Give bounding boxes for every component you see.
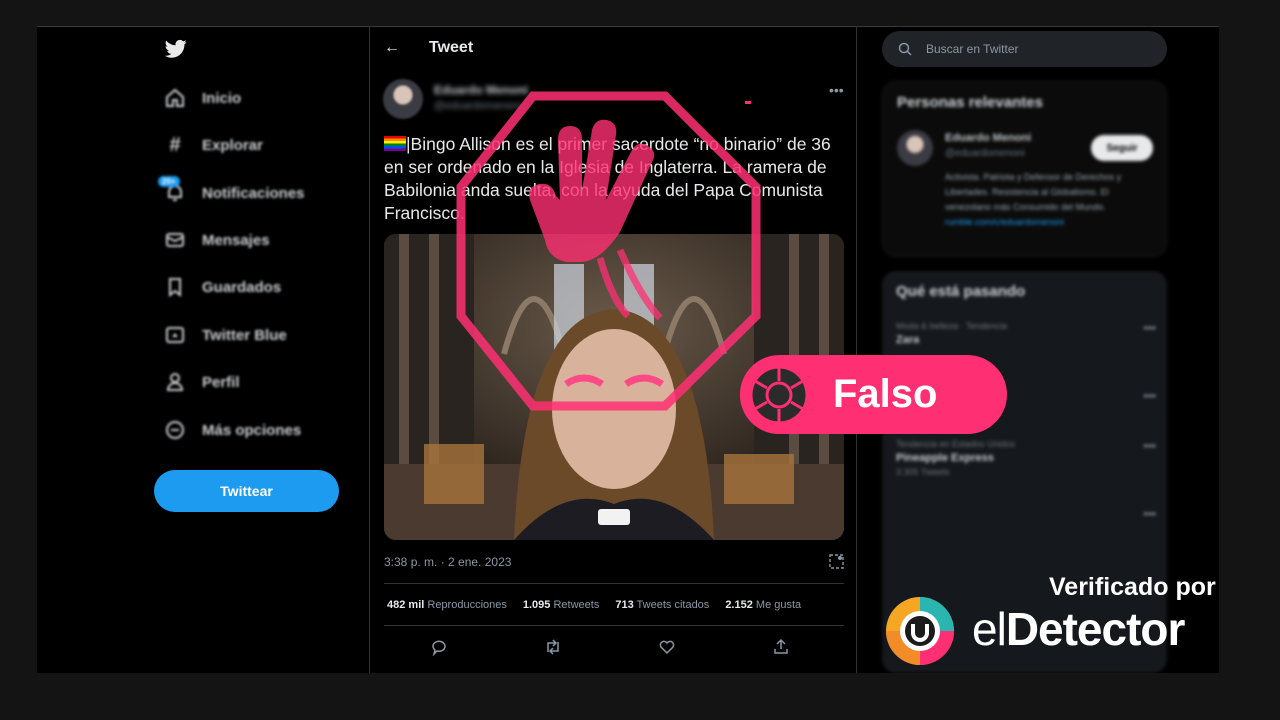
analytics-icon[interactable] xyxy=(829,554,844,569)
hashtag-icon: # xyxy=(169,133,181,156)
more-options-icon[interactable]: ••• xyxy=(829,82,844,98)
twitter-blue-icon xyxy=(164,324,186,346)
back-arrow-icon[interactable]: ← xyxy=(384,39,400,57)
more-circle-icon xyxy=(164,419,186,441)
bookmark-icon xyxy=(164,276,186,298)
tweet-button[interactable]: Twittear xyxy=(154,470,339,512)
tweet-detail-column: ← Tweet Eduardo Menoni @eduardomenoni ••… xyxy=(369,27,857,673)
stat-likes[interactable]: 2.152 Me gusta xyxy=(725,599,801,611)
tweet-text: |Bingo Allison es el primer sacerdote “n… xyxy=(384,133,849,225)
sidebar-item-notificaciones[interactable]: 20+ Notificaciones xyxy=(158,176,305,207)
sidebar-nav: Inicio # Explorar 20+ Notificaciones Men… xyxy=(37,27,369,673)
trend-more-icon[interactable]: ••• xyxy=(1143,439,1156,453)
sidebar-item-mas-opciones[interactable]: Más opciones xyxy=(164,416,301,444)
trend-item[interactable]: Tendencia en Estados Unidos Pineapple Exp… xyxy=(896,439,1156,477)
sidebar-item-label: Inicio xyxy=(202,89,242,107)
person-icon xyxy=(164,371,186,393)
sidebar-item-label: Notificaciones xyxy=(202,184,305,202)
sidebar-item-mensajes[interactable]: Mensajes xyxy=(164,226,270,254)
relevant-people-panel: Personas relevantes Eduardo Menoni @edua… xyxy=(882,81,1167,257)
avatar[interactable] xyxy=(383,79,423,119)
el-detector-wordmark: elDetector xyxy=(972,603,1185,655)
stat-retweets[interactable]: 1.095 Retweets xyxy=(523,599,599,611)
verdict-circle xyxy=(740,356,818,434)
twitter-window: Inicio # Explorar 20+ Notificaciones Men… xyxy=(37,27,1219,673)
reply-icon[interactable] xyxy=(430,638,448,656)
relevant-handle[interactable]: @eduardomenoni xyxy=(945,148,1025,159)
sidebar-item-label: Mensajes xyxy=(202,231,270,249)
envelope-icon xyxy=(164,229,186,251)
el-detector-logo-icon xyxy=(886,597,954,665)
search-input[interactable]: Buscar en Twitter xyxy=(882,31,1167,67)
relevant-name[interactable]: Eduardo Menoni xyxy=(945,132,1031,144)
sidebar-item-inicio[interactable]: Inicio xyxy=(164,84,241,112)
sidebar-item-label: Perfil xyxy=(202,373,240,391)
verified-by-text: Verificado por xyxy=(1049,573,1216,601)
panel-title: Qué está pasando xyxy=(896,283,1026,300)
author-handle[interactable]: @eduardomenoni xyxy=(434,100,522,112)
like-icon[interactable] xyxy=(658,638,676,656)
verdict-text: Falso xyxy=(833,372,938,416)
bio-link[interactable]: rumble.com/c/eduardomenoni xyxy=(945,217,1064,227)
sidebar-item-label: Más opciones xyxy=(202,421,302,439)
sidebar-item-twitter-blue[interactable]: Twitter Blue xyxy=(164,321,287,349)
divider xyxy=(384,583,844,584)
twitter-logo-icon[interactable] xyxy=(165,39,187,59)
trend-more-icon[interactable]: ••• xyxy=(1143,321,1156,335)
search-icon xyxy=(898,42,912,56)
tweet-actions xyxy=(430,638,790,656)
author-name[interactable]: Eduardo Menoni xyxy=(434,83,528,97)
trend-more-icon[interactable]: ••• xyxy=(1143,389,1156,403)
bell-icon: 20+ xyxy=(158,176,186,204)
sidebar-item-guardados[interactable]: Guardados xyxy=(164,273,281,301)
relevant-bio: Activista. Patriota y Defensor de Derech… xyxy=(945,172,1122,227)
home-icon xyxy=(164,87,186,109)
rainbow-flag-icon xyxy=(384,136,406,151)
divider xyxy=(384,625,844,626)
tweet-stats: 482 mil Reproducciones 1.095 Retweets 71… xyxy=(387,599,801,611)
retweet-icon[interactable] xyxy=(544,638,562,656)
page-title: Tweet xyxy=(429,39,474,56)
sidebar-item-label: Guardados xyxy=(202,278,282,296)
share-icon[interactable] xyxy=(772,638,790,656)
follow-button[interactable]: Seguir xyxy=(1091,135,1153,161)
stat-quotes[interactable]: 713 Tweets citados xyxy=(615,599,709,611)
stat-views[interactable]: 482 mil Reproducciones xyxy=(387,599,507,611)
trend-item[interactable]: Moda & belleza · Tendencia Zara ••• xyxy=(896,321,1156,346)
avatar[interactable] xyxy=(897,130,933,166)
tweet-body: |Bingo Allison es el primer sacerdote “n… xyxy=(384,134,831,223)
sidebar-item-explorar[interactable]: # Explorar xyxy=(164,131,263,159)
sidebar-item-label: Twitter Blue xyxy=(202,326,287,344)
sidebar-item-label: Explorar xyxy=(202,136,263,154)
notification-badge: 20+ xyxy=(158,176,180,187)
trend-more-icon[interactable]: ••• xyxy=(1143,507,1156,521)
panel-title: Personas relevantes xyxy=(897,94,1043,111)
tweet-timestamp[interactable]: 3:38 p. m. · 2 ene. 2023 xyxy=(384,555,511,569)
sidebar-item-perfil[interactable]: Perfil xyxy=(164,368,240,396)
shutter-icon xyxy=(749,365,809,425)
search-placeholder: Buscar en Twitter xyxy=(926,42,1019,56)
